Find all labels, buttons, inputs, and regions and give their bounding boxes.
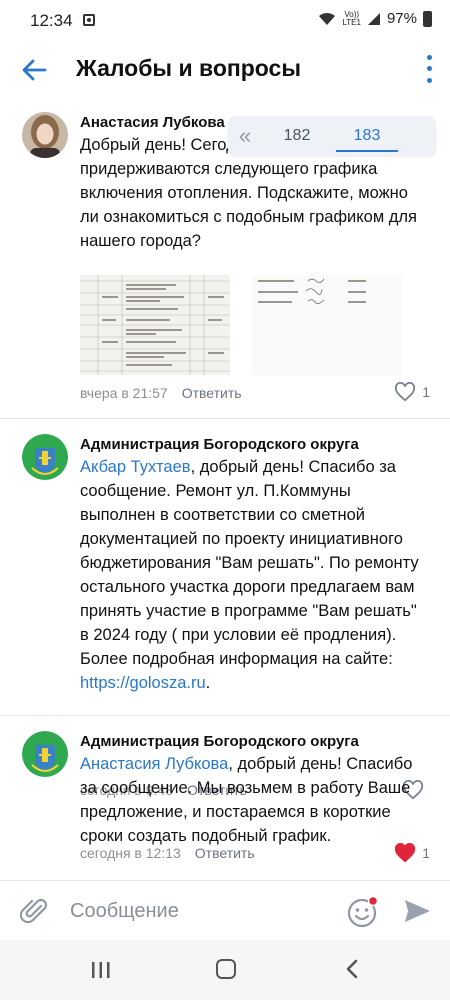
comment-time: вчера в 21:57: [80, 385, 168, 401]
signal-icon: [367, 12, 380, 25]
comment-text: Анастасия Лубкова, добрый день! Спасибо …: [80, 752, 420, 848]
back-arrow-icon: [22, 59, 47, 81]
send-button[interactable]: [402, 897, 432, 930]
battery-percent: 97%: [386, 10, 417, 27]
more-options-button[interactable]: [422, 52, 436, 86]
divider: [0, 418, 450, 419]
reply-button[interactable]: Ответить: [195, 845, 255, 861]
comment-author[interactable]: Администрация Богородского округа: [80, 733, 359, 750]
app-header: Жалобы и вопросы: [0, 40, 450, 98]
first-page-button[interactable]: «: [228, 123, 262, 149]
notification-icon: [83, 14, 95, 26]
divider: [0, 715, 450, 716]
send-icon: [405, 900, 430, 922]
comment-body-end: .: [205, 674, 211, 692]
like-count: 1: [422, 384, 430, 400]
status-time: 12:34: [30, 11, 73, 30]
home-icon[interactable]: [216, 959, 236, 979]
reply-button[interactable]: Ответить: [182, 385, 242, 401]
status-right: Vo)) LTE1 97%: [318, 10, 432, 27]
message-composer: [0, 880, 450, 940]
page-title: Жалобы и вопросы: [76, 55, 301, 81]
attach-button[interactable]: [19, 897, 50, 932]
status-bar: 12:34 Vo)) LTE1 97%: [0, 0, 450, 40]
recent-apps-button[interactable]: [90, 960, 112, 985]
like-button[interactable]: 1: [394, 843, 430, 863]
attached-photo[interactable]: [80, 275, 230, 375]
battery-icon: [423, 10, 432, 27]
page-switcher: « 182 183: [228, 116, 436, 156]
heart-icon: [395, 843, 416, 863]
mention-link[interactable]: Анастасия Лубкова: [80, 755, 228, 773]
comment-meta: вчера в 21:57 Ответить: [80, 385, 242, 401]
avatar[interactable]: [22, 112, 68, 158]
mention-link[interactable]: Акбар Тухтаев: [80, 458, 191, 476]
heart-icon: [395, 382, 416, 402]
comment-time: сегодня в 12:13: [80, 845, 181, 861]
avatar[interactable]: [22, 434, 68, 480]
wifi-icon: [319, 12, 336, 25]
page-183[interactable]: 183: [332, 116, 402, 156]
like-count: 1: [422, 845, 430, 861]
emoji-button[interactable]: [346, 895, 380, 934]
back-button[interactable]: [16, 52, 52, 88]
page-182[interactable]: 182: [262, 116, 332, 156]
emoji-icon: [347, 895, 379, 928]
comments-feed[interactable]: Анастасия Лубкова Добрый день! Сегодня в…: [0, 98, 450, 880]
nav-back-button[interactable]: [344, 958, 360, 985]
lte-label: Vo)) LTE1: [342, 9, 361, 27]
avatar[interactable]: [22, 731, 68, 777]
more-vertical-icon: [426, 55, 432, 61]
comment-author[interactable]: Анастасия Лубкова: [80, 114, 225, 131]
system-nav-bar: [0, 940, 450, 1000]
like-button[interactable]: 1: [394, 382, 430, 402]
nav-back-icon: [346, 959, 358, 979]
attached-photo[interactable]: [252, 275, 402, 375]
comment-author[interactable]: Администрация Богородского округа: [80, 436, 359, 453]
paperclip-icon: [19, 898, 48, 924]
comment-body: , добрый день! Спасибо за сообщение. Рем…: [80, 458, 419, 668]
comment-text: Акбар Тухтаев, добрый день! Спасибо за с…: [80, 455, 420, 695]
recent-apps-icon: [92, 962, 110, 978]
external-link[interactable]: https://golosza.ru: [80, 674, 206, 692]
comment-meta: сегодня в 12:13 Ответить: [80, 845, 255, 861]
message-input[interactable]: [70, 895, 330, 927]
